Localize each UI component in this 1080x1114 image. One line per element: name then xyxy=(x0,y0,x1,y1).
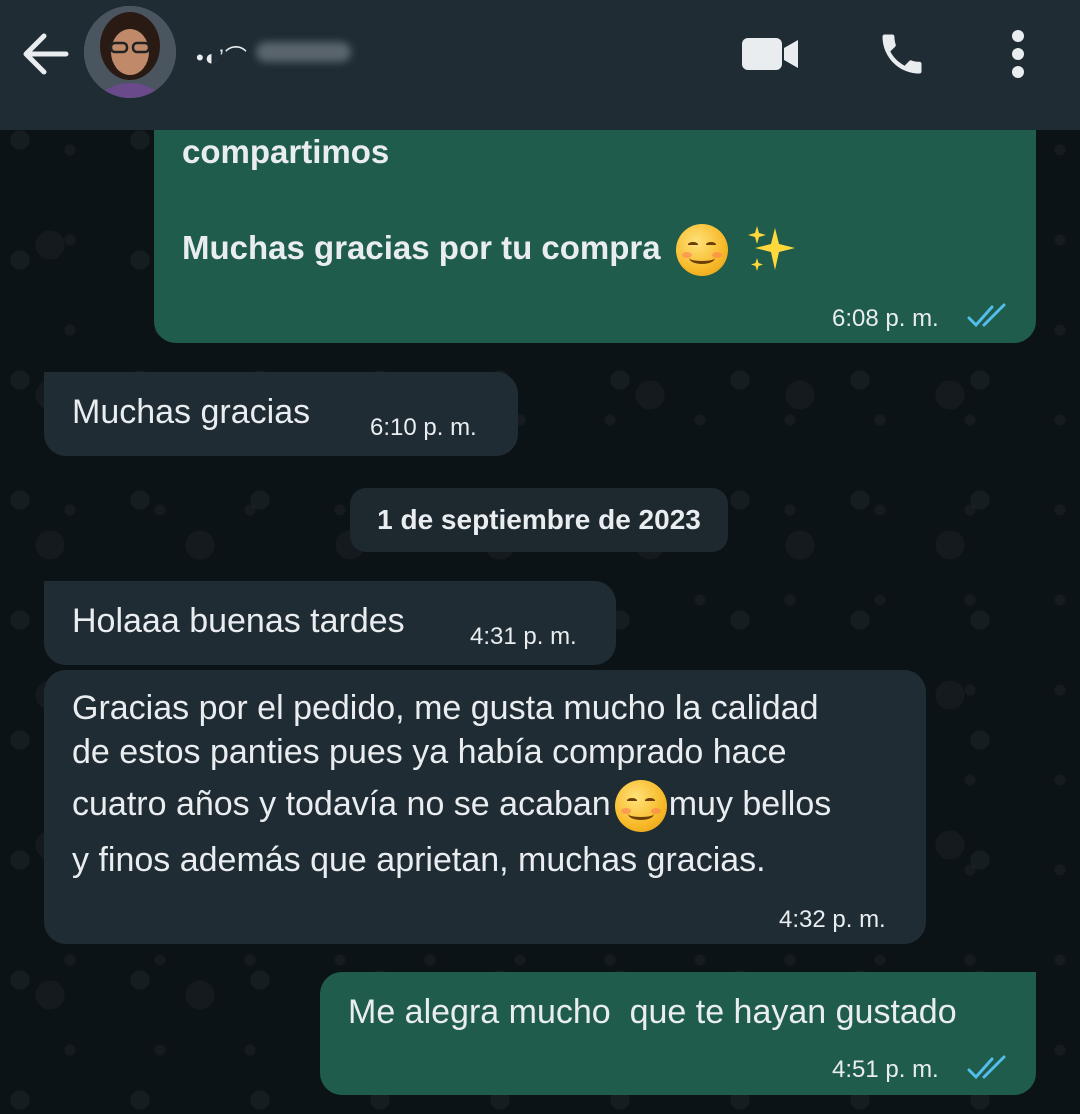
message-line: compartimos xyxy=(182,133,390,170)
chat-screen: •◐’⌒ compartimos Muchas gracias por tu c… xyxy=(0,0,1080,1114)
video-call-button[interactable] xyxy=(740,24,800,84)
message-incoming[interactable]: Gracias por el pedido, me gusta mucho la… xyxy=(44,670,926,944)
smiling-face-emoji xyxy=(675,224,728,277)
message-outgoing[interactable]: Me alegra mucho que te hayan gustado 4:5… xyxy=(320,972,1036,1095)
message-line: cuatro años y todavía no se acaban muy b… xyxy=(72,780,832,833)
message-incoming[interactable]: Muchas gracias 6:10 p. m. xyxy=(44,372,518,456)
message-time: 6:10 p. m. xyxy=(370,414,477,441)
message-line-text: Muchas gracias por tu compra xyxy=(182,229,661,266)
message-line-text: muy bellos xyxy=(668,785,832,823)
contact-name[interactable]: •◐’⌒ xyxy=(196,34,356,70)
more-options-button[interactable] xyxy=(988,24,1048,84)
video-call-icon xyxy=(742,38,798,70)
voice-call-button[interactable] xyxy=(872,24,932,84)
date-separator: 1 de septiembre de 2023 xyxy=(350,488,728,552)
message-line: de estos panties pues ya había comprado … xyxy=(72,733,787,771)
message-time: 4:31 p. m. xyxy=(470,623,577,650)
contact-avatar[interactable] xyxy=(84,6,176,98)
phone-icon xyxy=(882,34,922,74)
message-text: Muchas gracias xyxy=(72,393,311,431)
message-time: 6:08 p. m. xyxy=(832,305,939,332)
double-check-icon xyxy=(967,303,1006,328)
double-check-icon xyxy=(967,1055,1006,1080)
message-text: Holaaa buenas tardes xyxy=(72,602,405,640)
message-time: 4:51 p. m. xyxy=(832,1056,939,1083)
message-line: y finos además que aprietan, muchas grac… xyxy=(72,841,766,879)
message-time: 4:32 p. m. xyxy=(779,906,886,933)
message-incoming[interactable]: Holaaa buenas tardes 4:31 p. m. xyxy=(44,581,616,665)
more-vert-icon xyxy=(1012,30,1024,78)
message-line: Gracias por el pedido, me gusta mucho la… xyxy=(72,689,819,727)
blurred-name xyxy=(256,42,351,62)
contact-name-text: •◐’⌒ xyxy=(196,45,248,70)
avatar-photo xyxy=(84,6,176,98)
back-arrow-icon xyxy=(23,33,69,75)
back-button[interactable] xyxy=(18,28,74,80)
message-line: Muchas gracias por tu compra xyxy=(182,224,797,277)
app-bar: •◐’⌒ xyxy=(0,0,1080,130)
message-line-text: cuatro años y todavía no se acaban xyxy=(72,785,611,823)
message-outgoing[interactable]: compartimos Muchas gracias por tu compra… xyxy=(154,100,1036,343)
message-text: Me alegra mucho que te hayan gustado xyxy=(348,993,957,1031)
sparkles-emoji xyxy=(747,226,795,272)
smiling-face-emoji xyxy=(614,780,667,833)
